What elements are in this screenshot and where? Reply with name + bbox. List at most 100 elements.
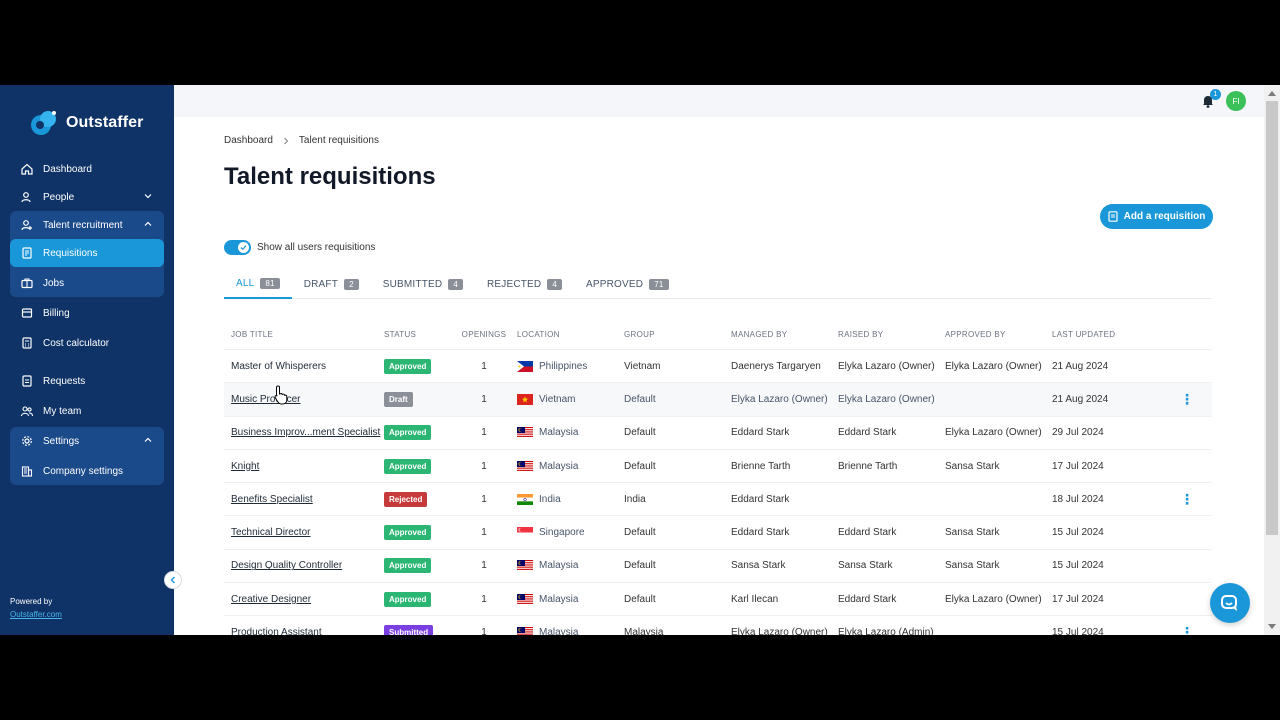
managed-by-cell: Eddard Stark xyxy=(731,527,790,539)
managed-by-cell: Brienne Tarth xyxy=(731,460,791,472)
location-cell: Malaysia xyxy=(517,593,624,605)
job-title-link[interactable]: Creative Designer xyxy=(231,594,311,605)
calculator-icon xyxy=(20,336,34,350)
sidebar-item-people[interactable]: People xyxy=(10,183,164,211)
tab-rejected[interactable]: REJECTED 4 xyxy=(475,269,574,299)
billing-icon xyxy=(20,306,34,320)
job-title-link[interactable]: Master of Whisperers xyxy=(231,361,326,372)
add-requisition-button[interactable]: Add a requisition xyxy=(1100,204,1213,229)
table-row[interactable]: Production Assistant Submitted 1 Malaysia Ma… xyxy=(224,615,1212,635)
group-cell: Malaysia xyxy=(624,627,664,635)
table-row[interactable]: Master of Whisperers Approved 1 Philippines… xyxy=(224,349,1212,382)
column-header-location[interactable]: LOCATION xyxy=(517,330,624,339)
scrollbar[interactable] xyxy=(1264,85,1280,635)
powered-by-link[interactable]: Outstaffer.com xyxy=(10,608,62,621)
sidebar-item-company-settings[interactable]: Company settings xyxy=(10,457,164,485)
help-chat-button[interactable] xyxy=(1210,583,1250,623)
table-row[interactable]: Music Producer Draft 1 Vietnam Default Elyka … xyxy=(224,382,1212,416)
job-title-link[interactable]: Music Producer xyxy=(231,394,300,405)
job-title-link[interactable]: Benefits Specialist xyxy=(231,494,313,505)
last-updated-cell: 18 Jul 2024 xyxy=(1052,493,1104,505)
column-header-last-updated[interactable]: LAST UPDATED xyxy=(1052,330,1162,339)
table-row[interactable]: Business Improv...ment Specialist Approve… xyxy=(224,415,1212,449)
last-updated-cell: 21 Aug 2024 xyxy=(1052,360,1109,372)
collapse-sidebar-button[interactable] xyxy=(164,571,182,589)
vietnam-flag-icon xyxy=(517,393,533,405)
sidebar-item-label: Requisitions xyxy=(43,247,98,259)
sidebar-item-requisitions[interactable]: Requisitions xyxy=(10,239,164,267)
column-header-job-title[interactable]: JOB TITLE xyxy=(224,330,384,339)
actions-cell: ⋮ xyxy=(1162,491,1212,508)
tab-approved[interactable]: APPROVED 71 xyxy=(574,269,680,299)
tab-label: ALL xyxy=(236,277,255,289)
column-header-approved-by[interactable]: APPROVED BY xyxy=(945,330,1052,339)
building-icon xyxy=(20,464,34,478)
chevron-right-icon xyxy=(284,137,289,144)
openings-cell: 1 xyxy=(481,527,487,539)
job-title-link[interactable]: Business Improv...ment Specialist xyxy=(231,427,380,438)
actions-cell: ⋮ xyxy=(1162,624,1212,635)
group-cell: Default xyxy=(624,460,656,472)
scroll-thumb[interactable] xyxy=(1266,101,1278,535)
check-icon xyxy=(240,245,247,251)
job-title-link[interactable]: Design Quality Controller xyxy=(231,560,342,571)
table-row[interactable]: Benefits Specialist Rejected 1 India India Ed… xyxy=(224,482,1212,515)
last-updated-cell: 15 Jul 2024 xyxy=(1052,627,1104,635)
sidebar-item-dashboard[interactable]: Dashboard xyxy=(10,155,164,183)
column-header-openings[interactable]: OPENINGS xyxy=(451,330,517,339)
more-options-icon[interactable]: ⋮ xyxy=(1180,624,1194,635)
settings-group: Settings Company settings xyxy=(10,427,164,485)
openings-cell: 1 xyxy=(481,460,487,472)
actions-cell: ⋮ xyxy=(1162,391,1212,408)
job-title-link[interactable]: Production Assistant xyxy=(231,627,322,635)
sidebar-item-label: Billing xyxy=(43,307,70,319)
tab-all[interactable]: ALL 81 xyxy=(224,269,292,299)
sidebar-item-cost-calculator[interactable]: Cost calculator xyxy=(10,329,164,357)
sidebar-item-label: Requests xyxy=(43,375,86,387)
sidebar-item-my-team[interactable]: My team xyxy=(10,397,164,425)
chevron-left-icon xyxy=(170,576,175,584)
column-header-raised-by[interactable]: RAISED BY xyxy=(838,330,945,339)
job-title-link[interactable]: Technical Director xyxy=(231,527,310,538)
breadcrumb-dashboard[interactable]: Dashboard xyxy=(224,135,273,146)
status-badge: Rejected xyxy=(384,491,428,507)
people-icon xyxy=(20,190,34,204)
scroll-up-icon[interactable] xyxy=(1268,91,1276,96)
status-tabs: ALL 81 DRAFT 2 SUBMITTED 4 REJECTED 4 APPROV… xyxy=(224,269,1212,299)
tab-count: 71 xyxy=(649,278,669,290)
job-title-link[interactable]: Knight xyxy=(231,461,259,472)
sidebar-item-requests[interactable]: Requests xyxy=(10,367,164,395)
brand-logo[interactable]: Outstaffer xyxy=(28,109,143,137)
column-header-status[interactable]: STATUS xyxy=(384,330,451,339)
avatar[interactable]: FI xyxy=(1226,91,1246,111)
sidebar-item-label: Settings xyxy=(43,435,80,447)
more-options-icon[interactable]: ⋮ xyxy=(1180,491,1194,507)
column-header-managed-by[interactable]: MANAGED BY xyxy=(731,330,838,339)
approved-by-cell: Elyka Lazaro (Owner) xyxy=(945,360,1042,372)
column-header-group[interactable]: GROUP xyxy=(624,330,731,339)
sidebar-item-talent-recruitment[interactable]: Talent recruitment xyxy=(10,211,164,239)
table-row[interactable]: Technical Director Approved 1 Singapore Defa… xyxy=(224,515,1212,548)
job-title-cell: Design Quality Controller xyxy=(224,560,384,571)
document-icon xyxy=(1108,211,1118,222)
location-cell: Singapore xyxy=(517,527,624,539)
table-row[interactable]: Knight Approved 1 Malaysia Default Brienne Ta… xyxy=(224,448,1212,482)
approved-by-cell: Elyka Lazaro (Owner) xyxy=(945,593,1042,605)
tab-count: 4 xyxy=(448,278,463,290)
tab-draft[interactable]: DRAFT 2 xyxy=(292,269,371,299)
requisitions-table: JOB TITLE STATUS OPENINGS LOCATION GROUP… xyxy=(224,319,1212,635)
sidebar-item-jobs[interactable]: Jobs xyxy=(10,269,164,297)
sidebar-item-settings[interactable]: Settings xyxy=(10,427,164,455)
more-options-icon[interactable]: ⋮ xyxy=(1180,391,1194,407)
status-cell: Approved xyxy=(384,358,451,374)
table-row[interactable]: Creative Designer Approved 1 Malaysia Defaul… xyxy=(224,582,1212,615)
singapore-flag-icon xyxy=(517,527,533,539)
tab-submitted[interactable]: SUBMITTED 4 xyxy=(371,269,475,299)
table-row[interactable]: Design Quality Controller Approved 1 Malays… xyxy=(224,548,1212,582)
sidebar: Outstaffer Dashboard People Talent recru… xyxy=(0,85,174,635)
sidebar-item-billing[interactable]: Billing xyxy=(10,299,164,327)
job-title-cell: Production Assistant xyxy=(224,627,384,635)
show-all-toggle[interactable] xyxy=(224,240,251,255)
notification-badge: 1 xyxy=(1210,89,1221,100)
scroll-down-icon[interactable] xyxy=(1268,624,1276,629)
